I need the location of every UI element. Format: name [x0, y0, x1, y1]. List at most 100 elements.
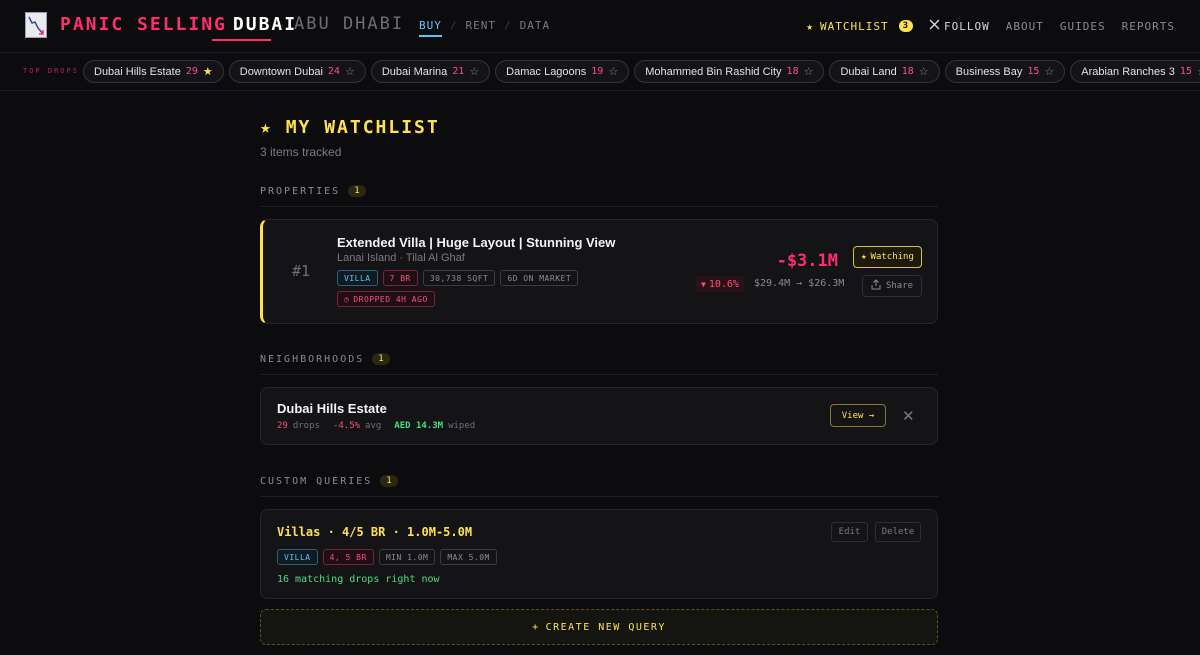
section-divider — [260, 206, 938, 207]
nav-watchlist[interactable]: ★ WATCHLIST 3 — [806, 19, 914, 33]
chip-count: 21 — [452, 66, 465, 77]
chip-count: 18 — [901, 66, 914, 77]
watchlist-count-badge: 3 — [898, 20, 914, 32]
query-tags: VILLA 4, 5 BR MIN 1.0M MAX 5.0M — [277, 549, 497, 565]
stat-avg-value: -4.5% — [332, 421, 361, 431]
stat-drops-label: drops — [292, 421, 320, 431]
chip-count: 24 — [327, 66, 340, 77]
price-drop-amount: -$3.1M — [776, 251, 838, 271]
neighborhood-name[interactable]: Dubai Hills Estate — [277, 401, 387, 416]
chip-name: Downtown Dubai — [239, 65, 323, 78]
query-matching-count: 16 matching drops right now — [277, 574, 440, 585]
tab-rent[interactable]: RENT — [466, 19, 497, 37]
star-icon: ★ — [260, 117, 273, 138]
top-drop-chip[interactable]: Dubai Marina 21 ☆ — [370, 60, 491, 83]
section-neighborhoods-header: NEIGHBORHOODS 1 — [260, 350, 938, 368]
query-title[interactable]: Villas · 4/5 BR · 1.0M-5.0M — [277, 525, 472, 539]
nav-guides[interactable]: GUIDES — [1060, 20, 1106, 33]
top-header: PANIC SELLING DUBAI · ABU DHABI BUY / REN… — [0, 0, 1200, 53]
chip-count: 15 — [1027, 66, 1040, 77]
neighborhood-card[interactable]: Dubai Hills Estate 29 drops -4.5% avg AE… — [260, 387, 938, 445]
stat-wiped-label: wiped — [448, 421, 476, 431]
star-outline-icon[interactable]: ☆ — [608, 65, 618, 78]
brand-title[interactable]: PANIC SELLING DUBAI — [60, 14, 297, 35]
price-drop-percent: ▼ 10.6% — [696, 276, 744, 292]
close-icon[interactable]: ✕ — [902, 407, 915, 425]
property-status-tags: ◷ DROPPED 4H AGO — [337, 291, 435, 307]
top-drop-chip[interactable]: Dubai Hills Estate 29 ★ — [83, 60, 224, 83]
stat-drops-value: 29 — [277, 421, 288, 431]
property-card[interactable]: #1 Extended Villa | Huge Layout | Stunni… — [260, 219, 938, 324]
query-tag-beds: 4, 5 BR — [322, 549, 374, 565]
top-drop-chip[interactable]: Business Bay 15 ☆ — [944, 60, 1066, 83]
share-button[interactable]: Share — [862, 275, 922, 297]
price-drop-percent-value: 10.6% — [708, 278, 739, 290]
neighborhood-stats: 29 drops -4.5% avg AED 14.3M wiped — [277, 421, 475, 431]
tag-area: 30,738 SQFT — [422, 270, 496, 286]
query-tag-max: MAX 5.0M — [440, 549, 497, 565]
chip-name: Dubai Marina — [381, 65, 448, 78]
section-neighborhoods-title: NEIGHBORHOODS — [260, 353, 365, 365]
city-switch-abu-dhabi[interactable]: ABU DHABI — [294, 14, 404, 34]
star-outline-icon[interactable]: ☆ — [1044, 65, 1054, 78]
x-logo-icon — [929, 19, 940, 33]
brand-city-dubai[interactable]: DUBAI — [233, 14, 297, 35]
property-tags: VILLA 7 BR 30,738 SQFT 6D ON MARKET — [337, 270, 579, 286]
section-properties-title: PROPERTIES — [260, 185, 341, 197]
section-queries-title: CUSTOM QUERIES — [260, 475, 373, 487]
top-drop-chip[interactable]: Damac Lagoons 19 ☆ — [495, 60, 630, 83]
create-query-label: CREATE NEW QUERY — [545, 621, 666, 633]
star-outline-icon[interactable]: ☆ — [919, 65, 929, 78]
top-drop-chip[interactable]: Dubai Land 18 ☆ — [829, 60, 940, 83]
chip-count: 29 — [185, 66, 198, 77]
top-drops-chips: Dubai Hills Estate 29 ★ Downtown Dubai 24 ☆ Du… — [83, 60, 1200, 83]
logo-icon[interactable] — [25, 12, 47, 38]
nav-reports[interactable]: REPORTS — [1122, 20, 1175, 33]
tab-buy[interactable]: BUY — [419, 19, 442, 37]
view-neighborhood-button[interactable]: View → — [830, 404, 886, 427]
tag-days-on-market: 6D ON MARKET — [500, 270, 579, 286]
tab-data[interactable]: DATA — [520, 19, 551, 37]
nav-follow[interactable]: FOLLOW — [929, 19, 990, 33]
star-icon: ★ — [806, 19, 814, 33]
top-drop-chip[interactable]: Mohammed Bin Rashid City 18 ☆ — [634, 60, 825, 83]
chip-name: Dubai Hills Estate — [94, 65, 181, 78]
top-drop-chip[interactable]: Arabian Ranches 315☆ — [1070, 60, 1200, 83]
mode-tabs: BUY / RENT / DATA — [419, 19, 550, 37]
section-neighborhoods-count: 1 — [372, 353, 390, 365]
chip-count: 19 — [591, 66, 604, 77]
chip-count: 15 — [1179, 66, 1192, 77]
share-icon — [871, 279, 881, 293]
star-outline-icon[interactable]: ☆ — [345, 65, 355, 78]
section-queries-count: 1 — [380, 475, 398, 487]
star-outline-icon[interactable]: ☆ — [469, 65, 479, 78]
tag-dropped-label: DROPPED 4H AGO — [353, 294, 428, 304]
chip-name: Business Bay — [955, 65, 1023, 78]
chip-name: Dubai Land — [840, 65, 897, 78]
city-separator: · — [280, 16, 285, 32]
top-drops-label: TOP DROPS — [23, 67, 79, 75]
clock-icon: ◷ — [344, 294, 350, 304]
tag-type: VILLA — [337, 270, 378, 286]
top-drops-bar: TOP DROPS Dubai Hills Estate 29 ★ Downtown … — [0, 53, 1200, 91]
watching-button[interactable]: ★ Watching — [853, 246, 922, 268]
nav-follow-label: FOLLOW — [944, 19, 990, 33]
create-query-button[interactable]: + CREATE NEW QUERY — [260, 609, 938, 645]
query-card[interactable]: Villas · 4/5 BR · 1.0M-5.0M VILLA 4, 5 B… — [260, 509, 938, 599]
edit-query-button[interactable]: Edit — [831, 522, 868, 542]
section-divider — [260, 496, 938, 497]
top-drop-chip[interactable]: Downtown Dubai 24 ☆ — [228, 60, 366, 83]
property-location: Lanai Island · Tilal Al Ghaf — [337, 252, 465, 264]
chip-count: 18 — [786, 66, 799, 77]
brand-panic-text: PANIC SELLING — [60, 14, 227, 35]
star-outline-icon[interactable]: ☆ — [804, 65, 814, 78]
star-filled-icon[interactable]: ★ — [203, 65, 213, 78]
delete-query-button[interactable]: Delete — [875, 522, 921, 542]
property-name[interactable]: Extended Villa | Huge Layout | Stunning … — [337, 235, 615, 250]
down-arrow-icon: ▼ — [701, 279, 706, 289]
nav-watchlist-label: WATCHLIST — [819, 19, 889, 33]
stat-wiped-value: AED 14.3M — [394, 421, 444, 431]
nav-about[interactable]: ABOUT — [1006, 20, 1044, 33]
plus-icon: + — [532, 621, 540, 633]
stat-avg-label: avg — [365, 421, 382, 431]
